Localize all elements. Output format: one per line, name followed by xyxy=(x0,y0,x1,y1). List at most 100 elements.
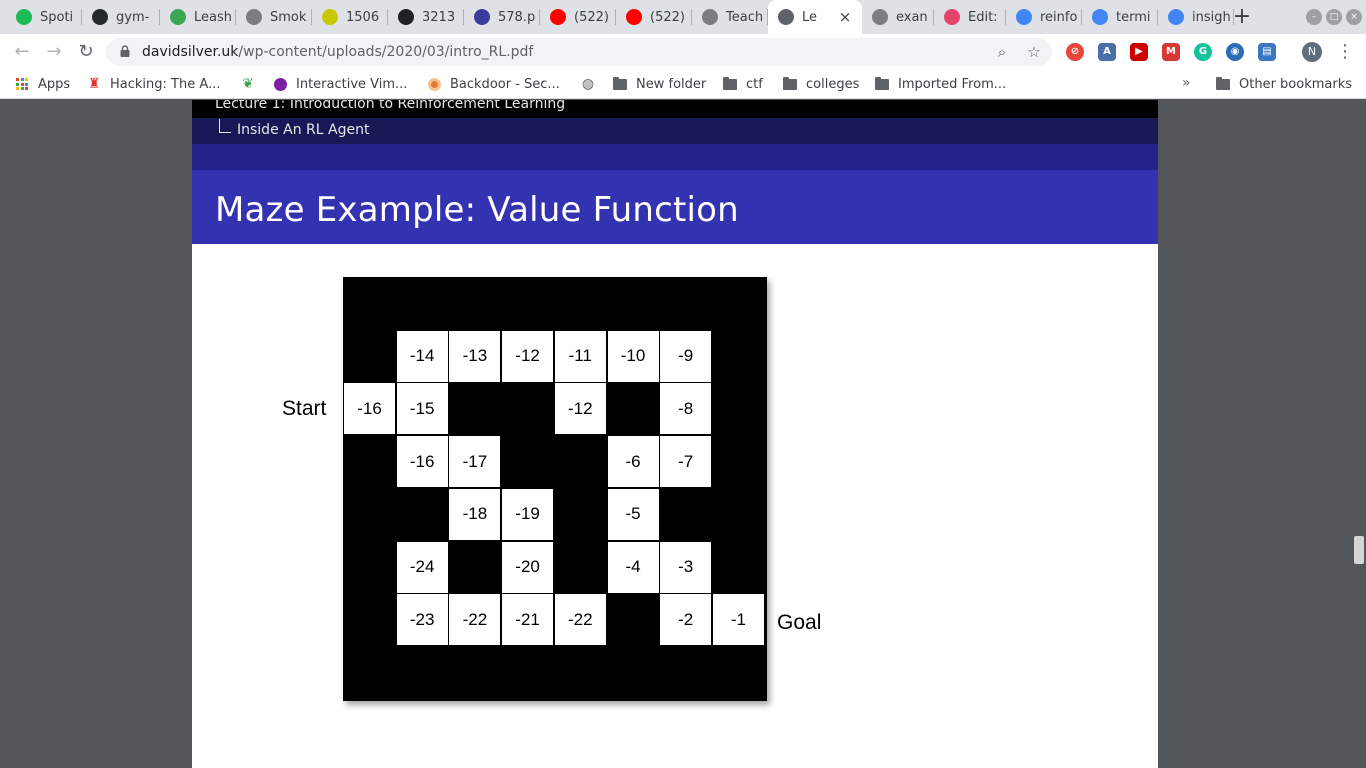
browser-toolbar: ← → ↻ davidsilver.uk/wp-content/uploads/… xyxy=(0,34,1366,70)
tab[interactable]: Spoti xyxy=(6,0,82,34)
tab[interactable]: 3213 xyxy=(388,0,464,34)
tab-title: 3213 xyxy=(422,9,456,25)
maze-cell: -5 xyxy=(607,488,659,540)
bookmark-folder-imported[interactable]: Imported From... xyxy=(874,70,1006,98)
tab[interactable]: Leash xyxy=(160,0,236,34)
reload-button[interactable]: ↻ xyxy=(74,40,98,64)
maze-cell: -23 xyxy=(396,594,448,646)
bookmark-interactive-vim[interactable]: Interactive Vim... xyxy=(272,70,407,98)
bookmark-label: New folder xyxy=(636,76,707,92)
tab[interactable]: Edit: xyxy=(934,0,1006,34)
maze-cell: -20 xyxy=(502,541,554,593)
bookmark-label: Hacking: The A... xyxy=(110,76,221,92)
window-close-button[interactable]: × xyxy=(1346,9,1362,25)
maze-cell: -22 xyxy=(554,594,606,646)
extension-block-icon[interactable]: ⊘ xyxy=(1066,43,1084,61)
tab[interactable]: insigh xyxy=(1158,0,1234,34)
bookmark-label: colleges xyxy=(806,76,860,92)
new-tab-button[interactable]: + xyxy=(1230,4,1254,30)
vim-icon xyxy=(272,76,288,92)
maze-cell: -11 xyxy=(554,330,606,382)
extension-mail-icon[interactable]: M xyxy=(1162,43,1180,61)
tab-strip: Spoti gym- Leash Smok 1506 3213 578.p (522) (522… xyxy=(0,0,1366,34)
maze-cell: -8 xyxy=(660,383,712,435)
bookmark-folder-new-folder[interactable]: New folder xyxy=(612,70,706,98)
tab[interactable]: reinfo xyxy=(1006,0,1082,34)
extension-reader-icon[interactable]: ▤ xyxy=(1258,43,1276,61)
bookmark-label: Other bookmarks xyxy=(1239,76,1353,92)
lock-icon xyxy=(120,45,130,57)
pdf-page: Lecture 1: Introduction to Reinforcement… xyxy=(192,100,1158,768)
bookmark-label: Backdoor - Sec... xyxy=(450,76,560,92)
minimize-button[interactable]: – xyxy=(1306,9,1322,25)
tab[interactable]: termi xyxy=(1082,0,1158,34)
bookmark-apps[interactable]: Apps xyxy=(14,70,70,98)
tab[interactable]: (522) xyxy=(540,0,616,34)
extension-eye-icon[interactable]: ◉ xyxy=(1226,43,1244,61)
backdoor-icon xyxy=(426,76,442,92)
tab-title: exan xyxy=(896,9,928,25)
tab-title: 578.p xyxy=(498,9,536,25)
scrollbar-thumb[interactable] xyxy=(1354,536,1364,564)
tab[interactable]: (522) xyxy=(616,0,692,34)
github-icon xyxy=(92,9,108,25)
tab[interactable]: 1506 xyxy=(312,0,388,34)
maximize-button[interactable]: □ xyxy=(1326,9,1342,25)
extension-grammarly-icon[interactable]: G xyxy=(1194,43,1212,61)
maze-cell: -6 xyxy=(607,436,659,488)
tab[interactable]: gym- xyxy=(82,0,160,34)
maze-cell: -16 xyxy=(344,383,395,435)
bookmark-folder-other[interactable]: Other bookmarks xyxy=(1215,70,1352,98)
url-host: davidsilver.uk xyxy=(142,44,239,60)
tab-title: Edit: xyxy=(968,9,998,25)
bookmark-label: Imported From... xyxy=(898,76,1007,92)
lecture-title: Lecture 1: Introduction to Reinforcement… xyxy=(215,100,566,112)
maze-cell: -21 xyxy=(502,594,554,646)
maze-cell: -2 xyxy=(660,594,712,646)
globe-icon xyxy=(778,9,794,25)
pdf-viewer[interactable]: Lecture 1: Introduction to Reinforcement… xyxy=(0,100,1366,768)
bookmark-hacking[interactable]: ♜ Hacking: The A... xyxy=(86,70,221,98)
profile-avatar[interactable]: N xyxy=(1302,42,1322,62)
leaf-icon xyxy=(170,9,186,25)
bookmark-folder-colleges[interactable]: colleges xyxy=(782,70,859,98)
tab-title: reinfo xyxy=(1040,9,1078,25)
forward-button[interactable]: → xyxy=(42,40,66,64)
maze-cell: -12 xyxy=(554,383,606,435)
more-bookmarks-chevron-icon[interactable]: » xyxy=(1182,75,1191,91)
apps-grid-icon xyxy=(14,76,30,92)
tab[interactable]: Smok xyxy=(236,0,312,34)
section-header: Inside An RL Agent xyxy=(192,118,1158,144)
tab[interactable]: 578.p xyxy=(464,0,540,34)
bookmark-label: Interactive Vim... xyxy=(296,76,408,92)
maze-cell: -19 xyxy=(502,488,554,540)
extension-a-icon[interactable]: A xyxy=(1098,43,1116,61)
bookmark-leaf[interactable]: ❦ xyxy=(240,70,264,98)
address-bar[interactable]: davidsilver.uk/wp-content/uploads/2020/0… xyxy=(106,38,1052,66)
tower-icon: ♜ xyxy=(87,76,101,92)
tab[interactable]: Le × xyxy=(768,0,862,34)
bookmark-star-icon[interactable]: ☆ xyxy=(1024,42,1044,62)
tab[interactable]: exan xyxy=(862,0,934,34)
maze-grid: -14 -13 -12 -11 -10 -9 -16 -15 -12 -8 -16 -17 -6 -7 -1… xyxy=(343,277,767,701)
youtube-icon xyxy=(550,9,566,25)
globe-icon xyxy=(872,9,888,25)
bookmark-folder-ctf[interactable]: ctf xyxy=(722,70,763,98)
frame-title-bar: Maze Example: Value Function xyxy=(192,170,1158,244)
zoom-icon[interactable]: ⌕ xyxy=(992,42,1012,62)
header-spacer-band xyxy=(192,144,1158,170)
tab[interactable]: Teach xyxy=(692,0,768,34)
maze-cell: -22 xyxy=(449,594,501,646)
maze-cell: -3 xyxy=(660,541,712,593)
bookmark-globe[interactable]: ◍ xyxy=(580,70,604,98)
browser-menu-button[interactable]: ⋮ xyxy=(1336,40,1354,64)
close-tab-icon[interactable]: × xyxy=(836,8,854,26)
maze-cell: -9 xyxy=(660,330,712,382)
maze-cell: -4 xyxy=(607,541,659,593)
extension-youtube-icon[interactable]: ▶ xyxy=(1130,43,1148,61)
globe-icon xyxy=(474,9,490,25)
maze-cell: -12 xyxy=(502,330,554,382)
back-button[interactable]: ← xyxy=(10,40,34,64)
bookmark-backdoor[interactable]: Backdoor - Sec... xyxy=(426,70,560,98)
bookmark-apps-label: Apps xyxy=(38,76,71,92)
